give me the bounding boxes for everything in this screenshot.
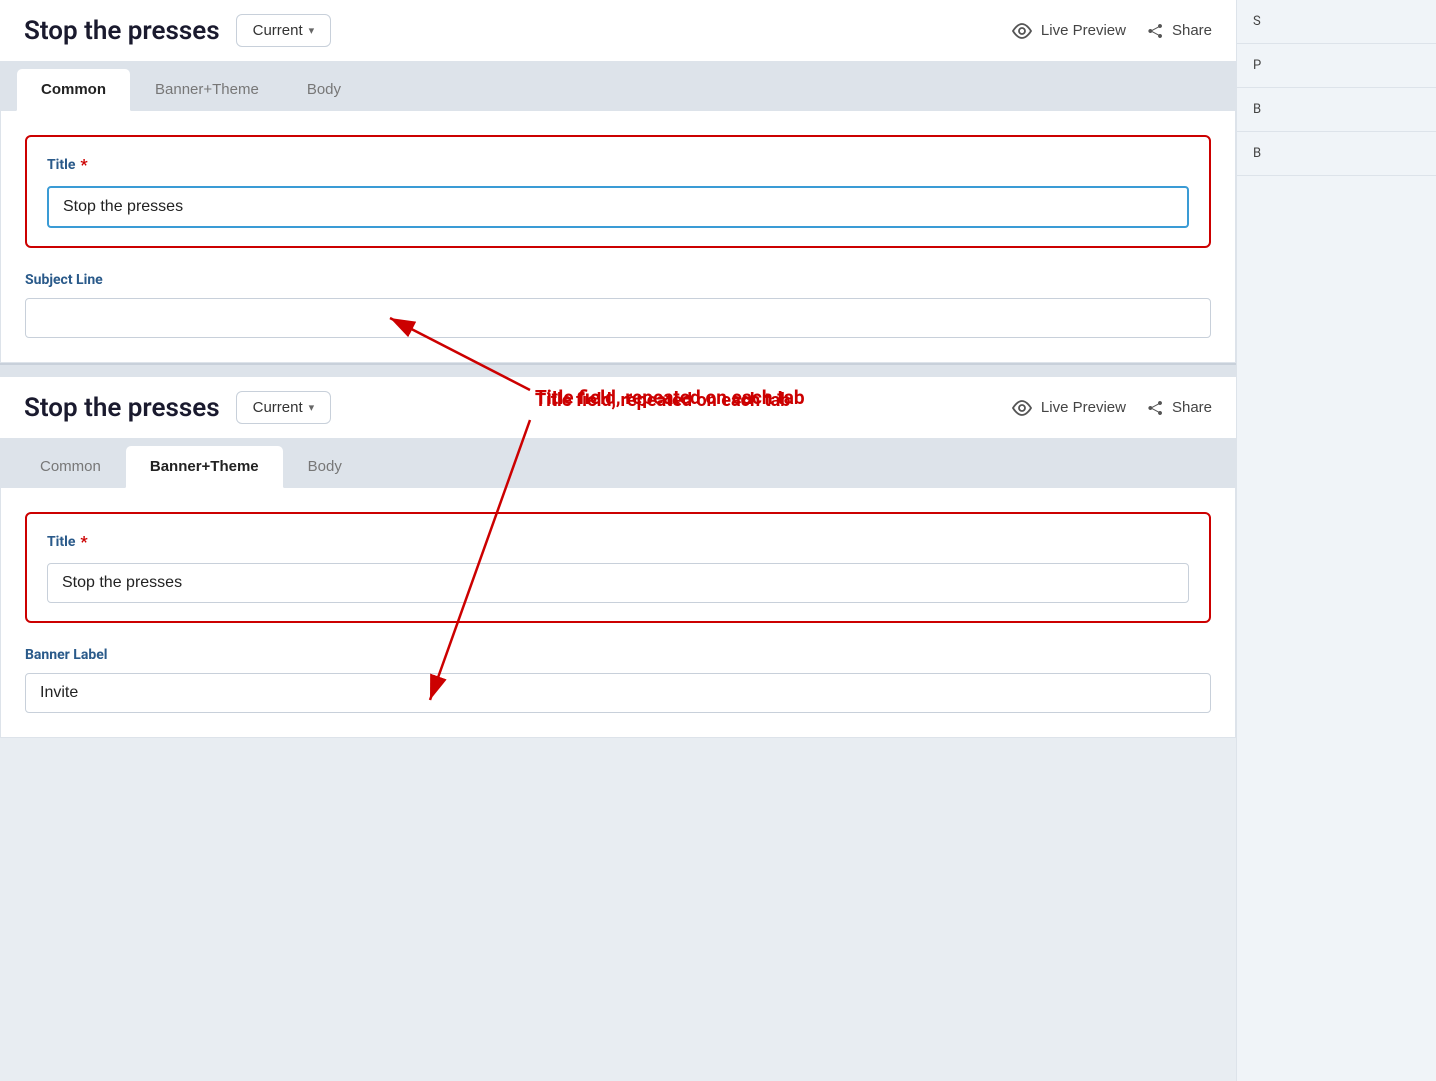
title-input-bottom[interactable]: [47, 563, 1189, 603]
sidebar-item-3: B: [1237, 88, 1436, 132]
title-input-top[interactable]: [47, 186, 1189, 228]
page-title-bottom: Stop the presses: [24, 393, 220, 423]
chevron-down-icon-bottom: ▾: [309, 401, 315, 414]
tab-body-top[interactable]: Body: [283, 69, 365, 110]
header-actions-bottom: Live Preview Share: [1011, 399, 1212, 417]
panel-divider: [0, 363, 1236, 377]
tab-banner-theme-bottom[interactable]: Banner+Theme: [125, 445, 284, 488]
version-label-bottom: Current: [253, 399, 303, 416]
title-label-top: Title *: [47, 155, 1189, 174]
top-content-area: Title * Subject Line: [0, 110, 1236, 363]
tab-common-top[interactable]: Common: [16, 68, 131, 111]
share-icon-top: [1146, 22, 1164, 40]
main-content: Stop the presses Current ▾ Live Preview: [0, 0, 1236, 738]
top-panel: Stop the presses Current ▾ Live Preview: [0, 0, 1236, 363]
page-wrapper: Title field, repeated on each tab Stop t…: [0, 0, 1436, 1081]
banner-label-bottom: Banner Label: [25, 647, 1211, 663]
tab-banner-theme-top[interactable]: Banner+Theme: [131, 69, 283, 110]
title-required-top: *: [80, 155, 87, 174]
top-header: Stop the presses Current ▾ Live Preview: [0, 0, 1236, 62]
title-field-annotation-box-top: Title *: [25, 135, 1211, 248]
version-dropdown-top[interactable]: Current ▾: [236, 14, 332, 47]
share-button-top[interactable]: Share: [1146, 22, 1212, 40]
share-icon-bottom: [1146, 399, 1164, 417]
right-sidebar: S P B B: [1236, 0, 1436, 1081]
eye-icon-top: [1011, 23, 1033, 39]
subject-input-top[interactable]: [25, 298, 1211, 338]
live-preview-button-bottom[interactable]: Live Preview: [1011, 399, 1126, 416]
subject-field-top: Subject Line: [25, 272, 1211, 338]
bottom-content-area: Title * Banner Label: [0, 487, 1236, 738]
page-title-top: Stop the presses: [24, 16, 220, 46]
tab-body-bottom[interactable]: Body: [284, 446, 366, 487]
banner-input-bottom[interactable]: [25, 673, 1211, 713]
version-dropdown-bottom[interactable]: Current ▾: [236, 391, 332, 424]
header-actions-top: Live Preview Share: [1011, 22, 1212, 40]
share-button-bottom[interactable]: Share: [1146, 399, 1212, 417]
sidebar-item-2: P: [1237, 44, 1436, 88]
banner-field-bottom: Banner Label: [25, 647, 1211, 713]
version-label-top: Current: [253, 22, 303, 39]
bottom-header: Stop the presses Current ▾ Live Preview: [0, 377, 1236, 439]
live-preview-label-bottom: Live Preview: [1041, 399, 1126, 416]
live-preview-button-top[interactable]: Live Preview: [1011, 22, 1126, 39]
tabs-bar-top: Common Banner+Theme Body: [0, 62, 1236, 110]
title-required-bottom: *: [80, 532, 87, 551]
title-label-bottom: Title *: [47, 532, 1189, 551]
sidebar-item-4: B: [1237, 132, 1436, 176]
live-preview-label-top: Live Preview: [1041, 22, 1126, 39]
title-field-annotation-box-bottom: Title *: [25, 512, 1211, 623]
eye-icon-bottom: [1011, 400, 1033, 416]
sidebar-item-1: S: [1237, 0, 1436, 44]
chevron-down-icon: ▾: [309, 24, 315, 37]
subject-label-top: Subject Line: [25, 272, 1211, 288]
share-label-bottom: Share: [1172, 399, 1212, 416]
share-label-top: Share: [1172, 22, 1212, 39]
tabs-bar-bottom: Common Banner+Theme Body: [0, 439, 1236, 487]
tab-common-bottom[interactable]: Common: [16, 446, 125, 487]
bottom-panel: Stop the presses Current ▾ Live Preview: [0, 377, 1236, 738]
